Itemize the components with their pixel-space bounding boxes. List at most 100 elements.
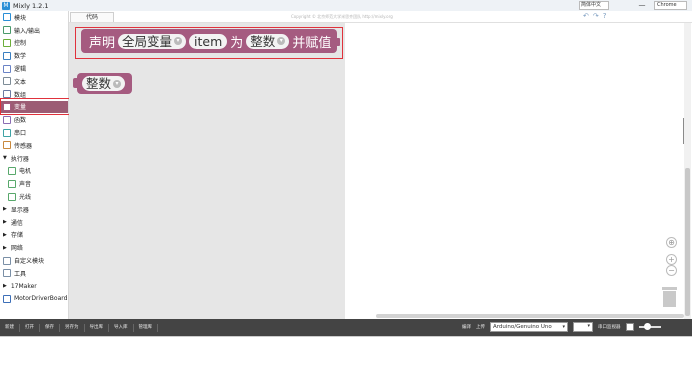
bottom-button-0[interactable]: 新建	[0, 323, 20, 332]
collapse-arrow-icon: ▶	[3, 219, 7, 226]
sidebar-item-label: 通信	[10, 219, 23, 227]
blockly-workspace[interactable]	[69, 23, 345, 319]
int-type-dropdown[interactable]: 整数 ▾	[82, 76, 126, 91]
redo-icon[interactable]: ↷	[593, 12, 599, 20]
chevron-down-icon: ▾	[113, 79, 122, 88]
declare-block-highlight	[75, 27, 343, 59]
sensor-icon	[3, 141, 11, 150]
board-select[interactable]: Arduino/Genuino Uno	[490, 322, 568, 332]
serial-toggle[interactable]	[625, 323, 634, 331]
text-icon	[3, 77, 11, 86]
motor-icon	[8, 166, 16, 175]
variable-category-highlight	[0, 98, 72, 115]
toolbar-icons: ↶ ↷ ?	[583, 12, 606, 20]
sidebar-item-12[interactable]: 电机	[0, 165, 68, 178]
serial-monitor-button[interactable]: 串口监视器	[598, 324, 621, 330]
sidebar-item-label: 17Maker	[10, 282, 37, 290]
slider-knob[interactable]	[643, 323, 651, 330]
collapse-arrow-icon: ▶	[3, 231, 7, 238]
board-icon	[3, 294, 11, 303]
sidebar-item-9[interactable]: 串口	[0, 126, 68, 139]
sidebar-item-0[interactable]: 模块	[0, 11, 68, 24]
bottom-button-6[interactable]: 管理库	[134, 323, 158, 332]
sidebar-item-15[interactable]: ▶ 显示器	[0, 203, 68, 216]
bottom-button-5[interactable]: 导入库	[109, 323, 134, 332]
port-select[interactable]	[573, 322, 593, 332]
sidebar-item-label: 控制	[14, 40, 27, 48]
sidebar-item-16[interactable]: ▶ 通信	[0, 216, 68, 229]
bottom-button-1[interactable]: 打开	[20, 323, 40, 332]
sidebar-item-4[interactable]: 逻辑	[0, 62, 68, 75]
collapse-arrow-icon: ▶	[3, 206, 7, 213]
copyright-text: Copyright © 北京师范大学米思齐团队 http://mixly.org	[291, 14, 393, 19]
sidebar-item-label: 声音	[19, 181, 32, 189]
browser-select[interactable]: Chrome	[654, 1, 687, 10]
category-sidebar: 模块 输入/输出 控制 数学 逻辑 文本 数组 变量 函数 串口 传感器 ▼ 执行器 电机 声音 光线 ▶ 显示器…	[0, 11, 69, 319]
collapse-arrow-icon: ▶	[3, 244, 7, 251]
recenter-icon[interactable]: ⊕	[666, 237, 677, 248]
sidebar-item-17[interactable]: ▶ 存储	[0, 229, 68, 242]
zoom-in-icon[interactable]: +	[666, 254, 677, 265]
integer-type-block[interactable]: 整数 ▾	[73, 73, 132, 94]
language-select[interactable]: 简体中文	[579, 1, 609, 10]
logic-icon	[3, 64, 11, 73]
sidebar-item-13[interactable]: 声音	[0, 177, 68, 190]
sidebar-item-19[interactable]: 自定义模块	[0, 254, 68, 267]
zoom-out-icon[interactable]: −	[666, 265, 677, 276]
window-title: Mixly 1.2.1	[13, 1, 49, 10]
array-icon	[3, 90, 11, 99]
sidebar-item-label: 串口	[14, 130, 27, 138]
compile-button[interactable]: 编译	[462, 324, 471, 330]
sidebar-item-label: 电机	[19, 168, 32, 176]
sidebar-item-label: 执行器	[10, 155, 29, 163]
control-icon	[3, 38, 11, 47]
io-icon	[3, 26, 11, 35]
horizontal-scrollbar[interactable]	[376, 314, 684, 318]
bottom-button-4[interactable]: 导出库	[85, 323, 109, 332]
upload-button[interactable]: 上传	[476, 324, 485, 330]
tools-icon	[3, 269, 11, 278]
sidebar-item-20[interactable]: 工具	[0, 267, 68, 280]
sidebar-item-label: 显示器	[10, 206, 29, 214]
mixly-logo-icon: M	[2, 1, 10, 10]
bottom-button-2[interactable]: 保存	[40, 323, 60, 332]
tab-code[interactable]: 代码	[70, 12, 114, 22]
sidebar-item-14[interactable]: 光线	[0, 190, 68, 203]
console-output[interactable]	[0, 336, 692, 368]
sidebar-item-18[interactable]: ▶ 网络	[0, 241, 68, 254]
sidebar-item-2[interactable]: 控制	[0, 37, 68, 50]
light-icon	[8, 192, 16, 201]
tab-bar: 代码 Copyright © 北京师范大学米思齐团队 http://mixly.…	[69, 11, 692, 23]
sidebar-item-label: MotorDriverBoard	[14, 295, 68, 303]
sidebar-item-label: 网络	[10, 245, 23, 253]
sidebar-item-3[interactable]: 数学	[0, 49, 68, 62]
sidebar-item-label: 自定义模块	[14, 258, 45, 266]
sidebar-item-1[interactable]: 输入/输出	[0, 24, 68, 37]
vertical-scrollbar[interactable]	[685, 168, 690, 316]
sidebar-item-label: 模块	[14, 14, 27, 22]
sidebar-item-10[interactable]: 传感器	[0, 139, 68, 152]
expand-arrow-icon: ▼	[3, 155, 7, 162]
sidebar-item-label: 数学	[14, 53, 27, 61]
sidebar-item-8[interactable]: 函数	[0, 113, 68, 126]
sidebar-item-21[interactable]: ▶ 17Maker	[0, 280, 68, 293]
sidebar-item-label: 逻辑	[14, 66, 27, 74]
trash-icon[interactable]	[662, 287, 677, 307]
sidebar-item-label: 文本	[14, 78, 27, 86]
sidebar-item-22[interactable]: MotorDriverBoard	[0, 293, 68, 306]
zoom-slider[interactable]	[638, 323, 661, 330]
undo-icon[interactable]: ↶	[583, 12, 589, 20]
sidebar-item-label: 存储	[10, 232, 23, 240]
bottom-button-3[interactable]: 另存为	[60, 323, 85, 332]
sidebar-item-label: 函数	[14, 117, 27, 125]
sidebar-item-11[interactable]: ▼ 执行器	[0, 152, 68, 165]
minimize-button[interactable]: —	[632, 0, 652, 11]
sidebar-item-label: 光线	[19, 194, 32, 202]
code-panel[interactable]	[345, 23, 691, 319]
sidebar-item-label: 工具	[14, 270, 27, 278]
help-icon[interactable]: ?	[603, 12, 607, 20]
sidebar-item-5[interactable]: 文本	[0, 75, 68, 88]
function-icon	[3, 115, 11, 124]
serial-icon	[3, 128, 11, 137]
sound-icon	[8, 179, 16, 188]
